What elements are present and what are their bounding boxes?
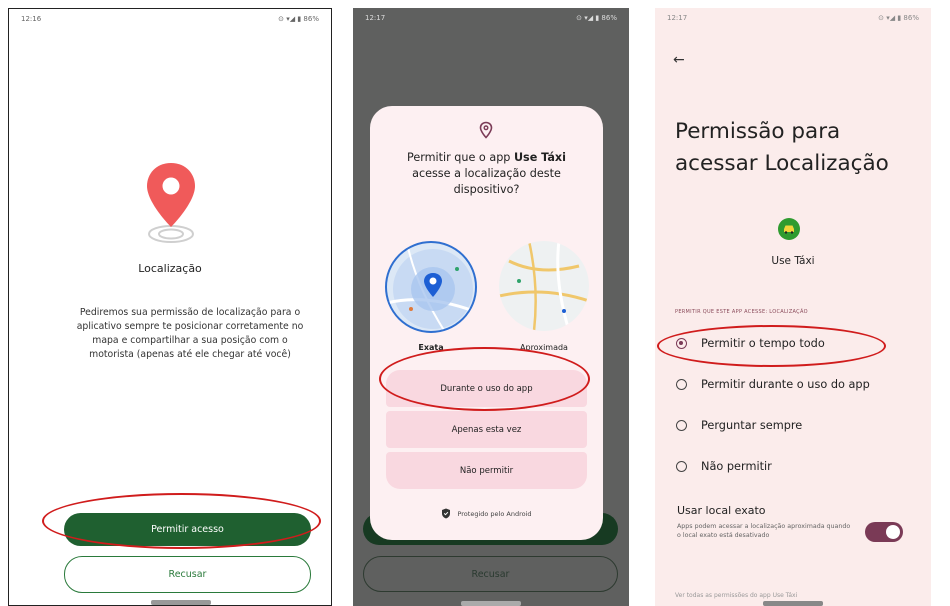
protected-by-android: Protegido pelo Android <box>370 508 603 519</box>
question-suffix: acesse a localização deste dispositivo? <box>412 167 561 196</box>
status-bar: 12:17 ⊙ ▾◢ ▮ 86% <box>353 14 629 28</box>
location-pin-icon <box>147 163 195 243</box>
use-exact-location-description: Apps podem acessar a localização aproxim… <box>677 523 851 539</box>
back-arrow-icon[interactable]: ← <box>673 52 685 68</box>
highlight-allow-all-time <box>657 325 886 367</box>
radio-empty-icon[interactable] <box>676 461 687 472</box>
title-line-2: acessar Localização <box>675 151 889 176</box>
use-exact-location-title: Usar local exato <box>677 504 766 517</box>
background-decline-button: Recusar <box>363 556 618 592</box>
permission-dialog: Permitir que o app Use Táxi acesse a loc… <box>370 106 603 540</box>
status-icons: ⊙ ▾◢ ▮ 86% <box>576 14 617 22</box>
option-allow-while-using[interactable]: Permitir durante o uso do app <box>676 378 870 391</box>
status-bar: 12:16 ⊙ ▾◢ ▮ 86% <box>9 15 331 29</box>
status-time: 12:17 <box>365 14 386 22</box>
question-prefix: Permitir que o app <box>407 151 514 164</box>
deny-button[interactable]: Não permitir <box>386 452 587 489</box>
approximate-map-icon <box>499 241 589 331</box>
taxi-car-icon <box>784 225 794 234</box>
exact-location-option[interactable] <box>385 241 477 333</box>
screen-permission-dialog: 12:17 ⊙ ▾◢ ▮ 86% Recusar Permitir que o … <box>353 8 629 606</box>
approximate-location-option[interactable] <box>499 241 589 331</box>
title-line-1: Permissão para <box>675 119 841 144</box>
option-label: Não permitir <box>701 460 772 473</box>
app-name: Use Táxi <box>771 255 815 267</box>
screen-location-settings: 12:17 ⊙ ▾◢ ▮ 86% ← Permissão para acessa… <box>655 8 931 606</box>
exact-location-toggle[interactable] <box>865 522 903 542</box>
page-title: Localização <box>138 262 202 275</box>
permission-description: Pediremos sua permissão de localização p… <box>76 307 304 360</box>
status-bar: 12:17 ⊙ ▾◢ ▮ 86% <box>655 14 931 28</box>
dialog-question: Permitir que o app Use Táxi acesse a loc… <box>390 150 583 198</box>
radio-empty-icon[interactable] <box>676 379 687 390</box>
section-label: PERMITIR QUE ESTE APP ACESSE: LOCALIZAÇÃ… <box>675 309 808 315</box>
home-indicator <box>151 600 211 605</box>
shield-icon <box>442 508 451 519</box>
highlight-while-using <box>379 347 590 411</box>
option-deny[interactable]: Não permitir <box>676 460 772 473</box>
question-app-name: Use Táxi <box>513 151 566 164</box>
location-outline-icon <box>479 121 493 139</box>
see-all-permissions-link[interactable]: Ver todas as permissões do app Use Táxi <box>675 592 797 599</box>
status-icons: ⊙ ▾◢ ▮ 86% <box>878 14 919 22</box>
option-label: Permitir durante o uso do app <box>701 378 870 391</box>
exact-map-icon <box>387 243 475 331</box>
decline-button[interactable]: Recusar <box>64 556 311 593</box>
home-indicator <box>763 601 823 606</box>
protected-label: Protegido pelo Android <box>457 509 532 518</box>
highlight-allow-access <box>42 493 321 549</box>
status-time: 12:17 <box>667 14 688 22</box>
stage: 12:16 ⊙ ▾◢ ▮ 86% Localização Pediremos s… <box>0 0 950 606</box>
option-label: Perguntar sempre <box>701 419 803 432</box>
radio-empty-icon[interactable] <box>676 420 687 431</box>
status-icons: ⊙ ▾◢ ▮ 86% <box>278 15 319 23</box>
app-logo-icon <box>778 218 800 240</box>
status-time: 12:16 <box>21 15 42 23</box>
page-title: Permissão para acessar Localização <box>675 116 889 180</box>
home-indicator <box>461 601 521 606</box>
option-ask-every-time[interactable]: Perguntar sempre <box>676 419 802 432</box>
only-this-time-button[interactable]: Apenas esta vez <box>386 411 587 448</box>
